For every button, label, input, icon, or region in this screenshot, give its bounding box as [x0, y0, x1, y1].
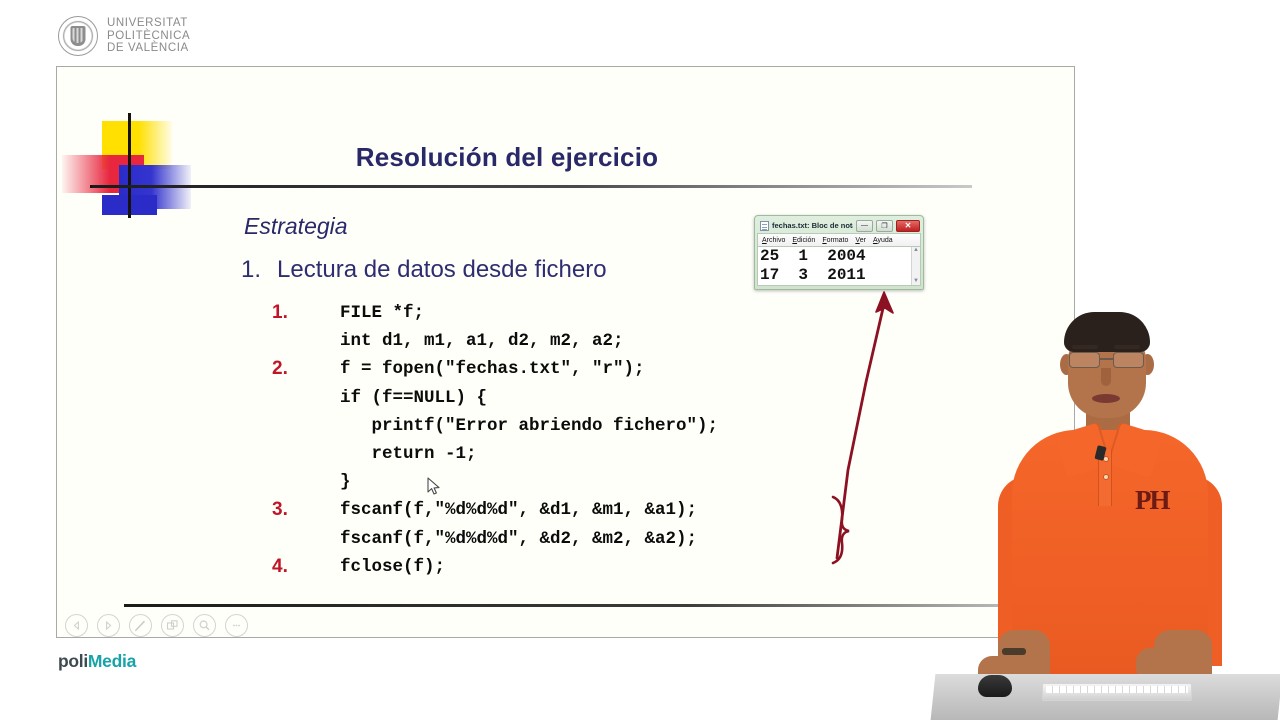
code-line-text: }	[340, 472, 351, 493]
pen-icon	[134, 620, 146, 632]
code-step-number	[272, 525, 340, 553]
triangle-right-icon	[106, 620, 112, 631]
notepad-document-icon	[760, 220, 769, 231]
code-line-text: printf("Error abriendo fichero");	[340, 415, 719, 436]
code-line: }	[272, 468, 718, 496]
polimedia-logo-media: Media	[87, 651, 137, 671]
code-line-text: fscanf(f,"%d%d%d", &d2, &m2, &a2);	[340, 528, 698, 549]
polimedia-video-frame: UNIVERSITAT POLITÈCNICA DE VALÈNCIA Reso…	[0, 0, 1280, 720]
university-name: UNIVERSITAT POLITÈCNICA DE VALÈNCIA	[107, 17, 190, 55]
notepad-window[interactable]: fechas.txt: Bloc de notas — ❐ ✕ Archivo …	[754, 215, 924, 290]
notepad-text-line: 25 1 2004	[760, 247, 866, 265]
polimedia-logo-poli: poli	[58, 651, 88, 671]
more-button[interactable]	[225, 614, 248, 637]
university-name-line-3: DE VALÈNCIA	[107, 42, 189, 55]
code-line: 1. FILE *f;	[272, 299, 718, 327]
code-step-number	[272, 468, 340, 496]
code-line: fscanf(f,"%d%d%d", &d2, &m2, &a2);	[272, 525, 718, 553]
title-underline-rule	[92, 185, 972, 188]
code-line: 4. fclose(f);	[272, 553, 718, 581]
notepad-maximize-button[interactable]: ❐	[876, 219, 893, 232]
code-line: 3. fscanf(f,"%d%d%d", &d1, &m1, &a1);	[272, 496, 718, 524]
step-one-row: 1. Lectura de datos desde fichero	[241, 256, 607, 284]
play-button[interactable]	[97, 614, 120, 637]
previous-button[interactable]	[65, 614, 88, 637]
notepad-text-line: 17 3 2011	[760, 266, 866, 284]
ellipsis-icon	[233, 624, 240, 627]
computer-mouse	[978, 675, 1012, 697]
notepad-scrollbar[interactable]: ▲ ▼	[911, 247, 920, 285]
notepad-menu-ayuda[interactable]: Ayuda	[873, 237, 893, 244]
code-line: printf("Error abriendo fichero");	[272, 412, 719, 440]
notepad-menu-bar[interactable]: Archivo Edición Formato Ver Ayuda	[757, 233, 921, 246]
scroll-down-icon[interactable]: ▼	[913, 278, 919, 285]
code-line: int d1, m1, a1, d2, m2, a2;	[272, 327, 718, 355]
code-line-text: f = fopen("fechas.txt", "r");	[340, 359, 645, 380]
polimedia-logo: poliMedia	[58, 651, 136, 672]
step-one-number: 1.	[241, 256, 262, 283]
code-step-number	[272, 412, 340, 440]
presenter-video: PH	[940, 300, 1280, 720]
code-line: if (f==NULL) {	[272, 384, 718, 412]
code-step-number	[272, 440, 340, 468]
presenter-shirt-logo: PH	[1135, 485, 1170, 515]
notepad-menu-archivo[interactable]: Archivo	[762, 237, 785, 244]
code-step-number	[272, 384, 340, 412]
triangle-left-icon	[73, 620, 79, 631]
step-one-text: Lectura de datos desde fichero	[277, 256, 607, 283]
code-step-number	[272, 327, 340, 355]
scroll-up-icon[interactable]: ▲	[913, 247, 919, 254]
presenter-wristwatch	[1002, 648, 1026, 655]
presenter-eyebrow-left	[1072, 345, 1098, 349]
code-line-text: fscanf(f,"%d%d%d", &d1, &m1, &a1);	[340, 500, 698, 521]
computer-keyboard	[1042, 683, 1192, 701]
code-step-number: 3.	[272, 499, 288, 521]
presenter-eyebrow-right	[1114, 345, 1140, 349]
upv-logo: UNIVERSITAT POLITÈCNICA DE VALÈNCIA	[58, 16, 190, 56]
university-name-line-2: POLITÈCNICA	[107, 29, 191, 42]
upv-seal-icon	[58, 16, 98, 56]
presentation-slide: Resolución del ejercicio Estrategia 1. L…	[56, 66, 1075, 638]
notepad-menu-edicion[interactable]: Edición	[792, 237, 815, 244]
code-line-text: int d1, m1, a1, d2, m2, a2;	[340, 331, 624, 352]
presenter-glasses	[1066, 352, 1148, 369]
code-line-text: if (f==NULL) {	[340, 387, 488, 408]
pen-button[interactable]	[129, 614, 152, 637]
university-name-line-1: UNIVERSITAT	[107, 17, 188, 30]
code-line-text: FILE *f;	[340, 303, 425, 323]
shapes-icon	[166, 620, 178, 630]
notepad-minimize-button[interactable]: —	[856, 219, 873, 232]
notepad-close-button[interactable]: ✕	[896, 219, 920, 232]
slide-bottom-rule	[124, 604, 1062, 607]
slide-subtitle: Estrategia	[244, 213, 348, 239]
zoom-button[interactable]	[193, 614, 216, 637]
code-step-number: 4.	[272, 555, 288, 577]
slide-title: Resolución del ejercicio	[355, 142, 659, 172]
player-controls-bar[interactable]	[65, 614, 248, 637]
code-line-text: return -1;	[340, 444, 477, 465]
notepad-menu-formato[interactable]: Formato	[822, 237, 848, 244]
code-line: return -1;	[272, 440, 718, 468]
code-step-number: 2.	[272, 358, 288, 380]
code-line: 2. f = fopen("fechas.txt", "r");	[272, 355, 718, 383]
shapes-button[interactable]	[161, 614, 184, 637]
notepad-menu-ver[interactable]: Ver	[855, 237, 866, 244]
mouse-pointer	[427, 477, 440, 495]
presenter-nose	[1101, 368, 1111, 386]
notepad-window-title: fechas.txt: Bloc de notas	[772, 221, 853, 230]
code-step-number: 1.	[272, 302, 288, 323]
notepad-text-area[interactable]: 25 1 2004 17 3 2011 ▲ ▼	[757, 246, 921, 286]
code-listing: 1. FILE *f; int d1, m1, a1, d2, m2, a2; 2. f…	[272, 299, 718, 581]
code-line-text: fclose(f);	[340, 556, 446, 577]
notepad-title-bar[interactable]: fechas.txt: Bloc de notas — ❐ ✕	[757, 218, 921, 233]
magnifier-icon	[199, 620, 210, 631]
presenter-mouth	[1092, 394, 1120, 403]
